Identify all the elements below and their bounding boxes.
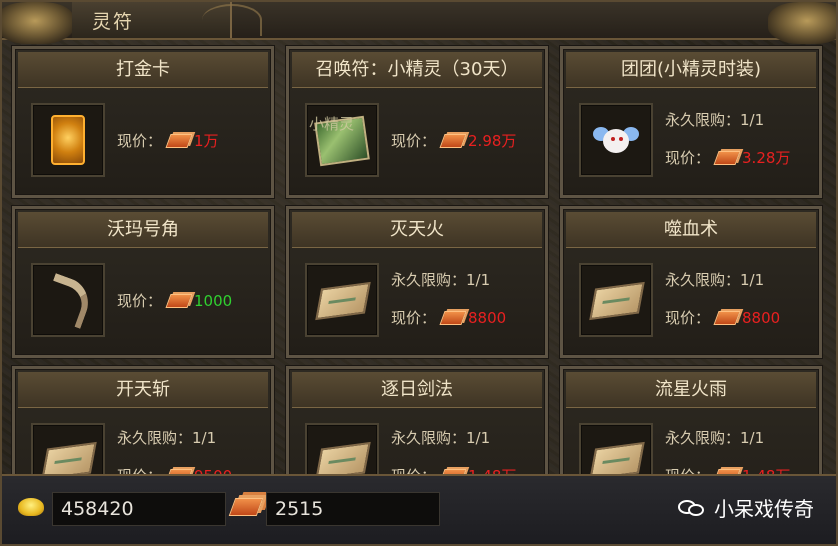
item-name: 沃玛号角 — [18, 212, 268, 248]
yuanbao-ticket-icon — [713, 311, 741, 325]
limit-row: 永久限购：1/1 — [665, 271, 765, 289]
price-value: 1万 — [194, 132, 219, 150]
limit-row: 永久限购：1/1 — [665, 111, 765, 129]
price-value: 2.98万 — [468, 132, 517, 150]
yuanbao-ticket-icon — [439, 134, 467, 148]
swirl-ornament-icon — [202, 4, 262, 36]
price-row: 现价： 8800 — [665, 309, 781, 327]
window-title: 灵符 — [92, 11, 135, 33]
item-name: 打金卡 — [18, 52, 268, 88]
item-name: 噬血术 — [566, 212, 816, 248]
summon-scroll-icon[interactable]: 小精灵 — [305, 103, 379, 177]
shop-item-card[interactable]: 沃玛号角 现价： 1000 — [12, 206, 274, 358]
price-value: 8800 — [742, 309, 781, 327]
price-row: 现价： 1万 — [117, 132, 219, 150]
limit-row: 永久限购：1/1 — [391, 271, 491, 289]
limit-value: 1/1 — [740, 271, 765, 289]
price-value: 8800 — [468, 309, 507, 327]
limit-value: 1/1 — [192, 429, 217, 447]
scroll-icon-text: 小精灵 — [309, 115, 355, 133]
yuanbao-ticket-icon — [165, 294, 193, 308]
yuanbao-ticket-icon — [228, 498, 264, 516]
price-row: 现价： 1000 — [117, 292, 233, 310]
yuanbao-ticket-icon — [439, 311, 467, 325]
shop-item-card[interactable]: 打金卡 现价： 1万 — [12, 46, 274, 198]
limit-row: 永久限购：1/1 — [391, 429, 491, 447]
title-bar: 灵符 — [2, 2, 836, 44]
item-name: 流星火雨 — [566, 372, 816, 408]
limit-row: 永久限购：1/1 — [117, 429, 217, 447]
item-name: 团团(小精灵时装) — [566, 52, 816, 88]
shop-item-card[interactable]: 灭天火 永久限购：1/1 现价： 8800 — [286, 206, 548, 358]
limit-value: 1/1 — [740, 429, 765, 447]
wallet-bar: 458420 2515 小呆戏传奇 — [2, 474, 836, 544]
item-name: 开天斩 — [18, 372, 268, 408]
gold-amount: 458420 — [52, 492, 226, 526]
price-row: 现价： 8800 — [391, 309, 507, 327]
pet-costume-icon[interactable] — [579, 103, 653, 177]
item-name: 召唤符：小精灵（30天） — [292, 52, 542, 88]
gold-card-icon[interactable] — [31, 103, 105, 177]
yuanbao-ticket-icon — [713, 151, 741, 165]
watermark: 小呆戏传奇 — [678, 494, 814, 524]
shop-item-card[interactable]: 召唤符：小精灵（30天） 小精灵 现价： 2.98万 — [286, 46, 548, 198]
limit-value: 1/1 — [466, 271, 491, 289]
wechat-icon — [678, 498, 708, 520]
item-name: 灭天火 — [292, 212, 542, 248]
price-row: 现价： 3.28万 — [665, 149, 791, 167]
gold-ingot-icon — [18, 498, 44, 516]
limit-value: 1/1 — [740, 111, 765, 129]
shop-item-card[interactable]: 团团(小精灵时装) 永久限购：1/1 现价： 3.28万 — [560, 46, 822, 198]
horn-icon[interactable] — [31, 263, 105, 337]
yuanbao-ticket-icon — [165, 134, 193, 148]
price-value: 3.28万 — [742, 149, 791, 167]
price-row: 现价： 2.98万 — [391, 132, 517, 150]
price-value: 1000 — [194, 292, 233, 310]
skill-book-icon[interactable] — [305, 263, 379, 337]
dragon-ornament-icon — [2, 2, 74, 44]
limit-row: 永久限购：1/1 — [665, 429, 765, 447]
shop-item-card[interactable]: 噬血术 永久限购：1/1 现价： 8800 — [560, 206, 822, 358]
limit-value: 1/1 — [466, 429, 491, 447]
skill-book-icon[interactable] — [579, 263, 653, 337]
watermark-text: 小呆戏传奇 — [714, 497, 814, 521]
ticket-amount: 2515 — [266, 492, 440, 526]
item-name: 逐日剑法 — [292, 372, 542, 408]
shop-window: 灵符 打金卡 现价： 1万 召唤符：小精灵（30天） 小精灵 现价： 2.98万 团… — [0, 0, 838, 546]
dragon-ornament-icon — [768, 2, 836, 44]
